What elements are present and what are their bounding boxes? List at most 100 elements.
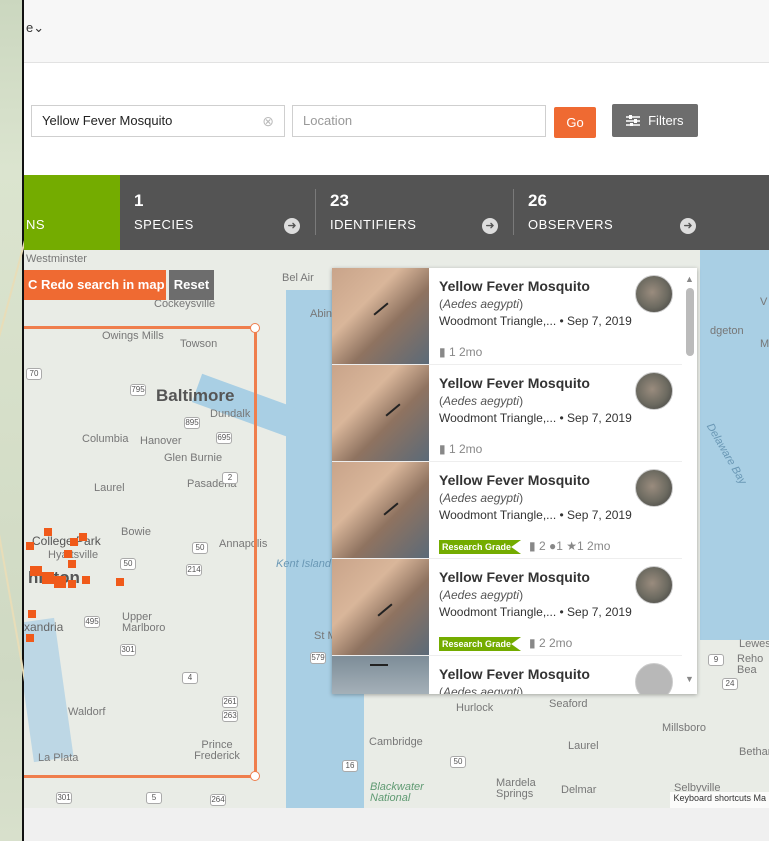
tab-observations[interactable]: NS [24,175,120,250]
map-label: Westminster [26,253,87,265]
observation-date: • Sep 7, 2019 [559,314,632,328]
tab-identifiers[interactable]: 23 IDENTIFIERS ➜ [316,175,514,250]
observation-marker[interactable] [42,572,54,584]
top-navigation-bar: e⌄ [24,0,769,63]
scientific-name-text: Aedes aegypti [443,491,520,505]
observation-common-name[interactable]: Yellow Fever Mosquito [439,375,590,391]
observation-marker[interactable] [44,528,52,536]
observation-meta: Research Grade ▮ 2 2mo [439,636,572,651]
observation-photo[interactable] [332,462,429,558]
map-label: Laurel [568,740,599,752]
map-label: Seaford [549,698,588,710]
observation-marker[interactable] [116,578,124,586]
search-bounding-box[interactable] [24,323,260,781]
redo-search-button[interactable]: C Redo search in map [24,270,166,300]
go-button[interactable]: Go [554,107,596,138]
results-scrollbar[interactable]: ▲ ▼ [683,268,697,694]
observation-common-name[interactable]: Yellow Fever Mosquito [439,569,590,585]
observation-place: Woodmont Triangle,... [439,605,557,619]
filters-button[interactable]: Filters [612,104,698,137]
tab-observers[interactable]: 26 OBSERVERS ➜ [514,175,714,250]
scientific-name-text: Aedes aegypti [443,297,520,311]
map-label: Reho Bea [737,653,764,676]
resize-handle[interactable] [250,323,260,333]
delaware-bay [700,250,769,640]
highway-shield: 50 [450,756,466,768]
observation-place-date: Woodmont Triangle,... • Sep 7, 2019 [439,411,632,425]
observation-card[interactable]: Yellow Fever Mosquito (Aedes aegypti) Wo… [332,462,682,559]
observation-scientific-name: (Aedes aegypti) [439,588,524,602]
observation-photo[interactable] [332,559,429,655]
highway-shield: 9 [708,654,724,666]
highway-shield: 301 [56,792,72,804]
highway-shield: 16 [342,760,358,772]
avatar[interactable] [635,566,673,604]
observation-photo[interactable] [332,656,429,694]
avatar[interactable] [635,275,673,313]
scroll-up-icon[interactable]: ▲ [685,274,694,284]
avatar[interactable] [635,372,673,410]
observation-common-name[interactable]: Yellow Fever Mosquito [439,472,590,488]
observation-marker[interactable] [26,634,34,642]
observation-marker[interactable] [82,576,90,584]
observation-marker[interactable] [26,542,34,550]
arrow-right-circle-icon: ➜ [482,218,498,234]
scroll-down-icon[interactable]: ▼ [685,674,694,684]
location-input[interactable]: Location [292,105,546,137]
resize-handle[interactable] [250,771,260,781]
observation-meta-text: 2 ●1 ★1 2mo [539,539,611,553]
observation-marker[interactable] [68,560,76,568]
observation-marker[interactable] [79,533,87,541]
scientific-name-text: Aedes aegypti [443,588,520,602]
observation-card[interactable]: Yellow Fever Mosquito (Aedes aegypti) Wo… [332,268,682,365]
background-map-strip [0,0,49,841]
observation-marker[interactable] [70,538,78,546]
observation-map[interactable]: Westminster Bel Air Cockeysville Abingo … [24,250,769,808]
observation-common-name[interactable]: Yellow Fever Mosquito [439,278,590,294]
tab-species[interactable]: 1 SPECIES ➜ [120,175,316,250]
observation-card[interactable]: Yellow Fever Mosquito (Aedes aegypti) [332,656,682,694]
map-label: V [760,296,768,308]
observation-card[interactable]: Yellow Fever Mosquito (Aedes aegypti) Wo… [332,365,682,462]
filters-label: Filters [648,113,684,128]
observations-label: NS [26,217,46,232]
observation-date: • Sep 7, 2019 [559,411,632,425]
map-label: Kent Island [276,558,332,570]
identification-icon: ▮ [439,442,446,456]
nav-dropdown[interactable]: e⌄ [26,20,44,36]
observation-date: • Sep 7, 2019 [559,508,632,522]
map-label: Lewes [739,638,769,650]
observation-marker[interactable] [64,550,72,558]
observation-place: Woodmont Triangle,... [439,508,557,522]
observation-results-list[interactable]: Yellow Fever Mosquito (Aedes aegypti) Wo… [332,268,697,694]
taxon-search-value: Yellow Fever Mosquito [42,113,173,128]
observation-common-name[interactable]: Yellow Fever Mosquito [439,666,590,682]
observation-marker[interactable] [68,580,76,588]
observation-photo[interactable] [332,365,429,461]
observation-marker[interactable] [54,576,66,588]
identification-icon: ▮ [529,636,536,650]
observation-photo[interactable] [332,268,429,364]
observation-scientific-name: (Aedes aegypti) [439,297,524,311]
scroll-thumb[interactable] [686,288,694,356]
avatar[interactable] [635,663,673,694]
observation-card[interactable]: Yellow Fever Mosquito (Aedes aegypti) Wo… [332,559,682,656]
clear-icon[interactable]: ⊗ [262,106,274,136]
observation-place-date: Woodmont Triangle,... • Sep 7, 2019 [439,605,632,619]
identification-icon: ▮ [529,539,536,553]
reset-button[interactable]: Reset [169,270,214,300]
scientific-name-text: Aedes aegypti [443,685,520,694]
map-label: Delmar [561,784,597,796]
identifiers-count: 23 [330,191,349,210]
observation-marker[interactable] [28,610,36,618]
observation-meta: ▮ 1 2mo [439,442,482,456]
map-attribution[interactable]: Keyboard shortcuts Ma [670,792,769,808]
taxon-search-input[interactable]: Yellow Fever Mosquito ⊗ [31,105,285,137]
map-label: dgeton [710,325,744,337]
highway-shield: 579 [310,652,326,664]
observation-marker[interactable] [30,566,42,576]
avatar[interactable] [635,469,673,507]
map-label: Hurlock [456,702,494,714]
identification-icon: ▮ [439,345,446,359]
map-label: M [760,338,769,350]
